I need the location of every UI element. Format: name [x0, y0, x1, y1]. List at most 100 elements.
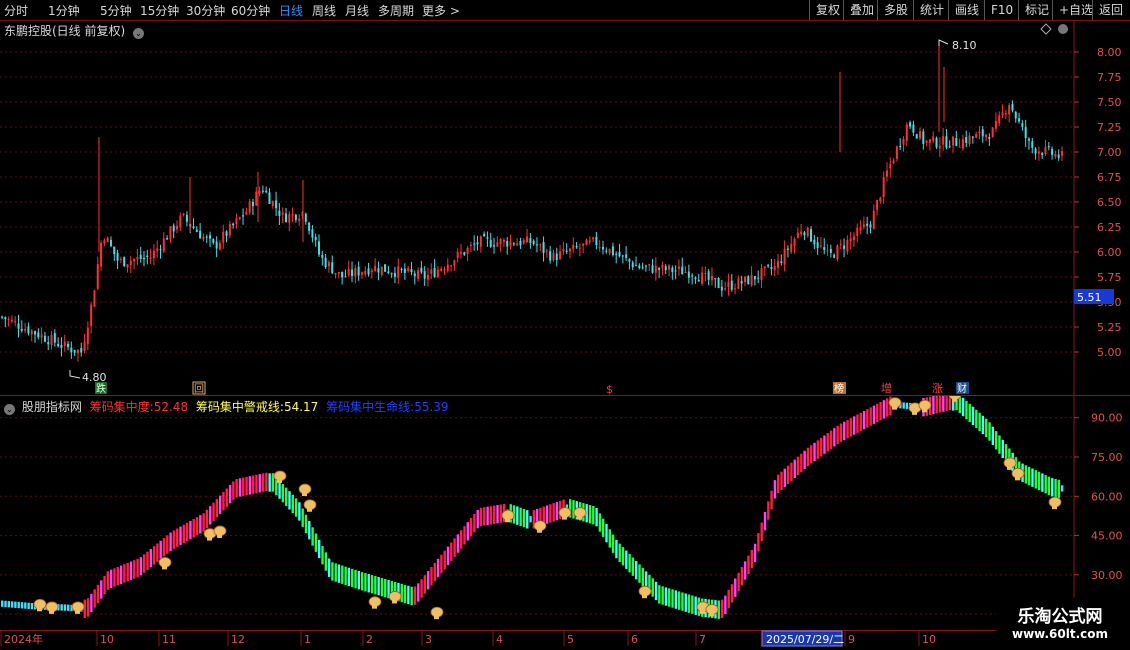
overlay-button[interactable]: 叠加: [843, 0, 880, 20]
candle-body: [753, 276, 756, 280]
candle-body: [826, 250, 829, 252]
y-tick-label: 45.00: [1091, 530, 1123, 543]
candle-body: [529, 238, 532, 243]
y-tick-label: 60.00: [1091, 490, 1123, 503]
indicator-bar: [192, 519, 195, 538]
indicator-bar: [364, 573, 367, 592]
indicator-bar: [743, 561, 747, 580]
indicator-bar: [456, 534, 460, 553]
candle-body: [767, 265, 770, 267]
indicator-bar: [109, 569, 113, 589]
candle-body: [123, 257, 126, 267]
candle-body: [311, 229, 314, 238]
layout-diamond-icon[interactable]: [1040, 23, 1052, 35]
indicator-bar: [499, 504, 503, 523]
draw-line-button[interactable]: 画线: [948, 0, 985, 20]
indicator-bar: [331, 562, 334, 581]
indicator-bar: [304, 514, 308, 534]
indicator-bar: [334, 563, 337, 582]
indicator-bar: [450, 542, 453, 561]
tab-1min[interactable]: 1分钟: [48, 2, 80, 19]
mark-button[interactable]: 标记: [1018, 0, 1055, 20]
hand-finger-icon: [217, 533, 222, 538]
indicator-bar: [826, 433, 829, 452]
tab-timeshare[interactable]: 分时: [4, 2, 28, 19]
indicator-bar: [945, 396, 948, 411]
candle-body: [806, 227, 809, 237]
candle-body: [360, 272, 363, 275]
event-marker-rise[interactable]: 涨: [932, 382, 943, 395]
multi-stock-button[interactable]: 多股: [877, 0, 914, 20]
indicator-bar: [763, 511, 767, 531]
indicator-bar: [1051, 478, 1054, 497]
event-marker-fall[interactable]: 跌: [96, 382, 106, 395]
candle-body: [928, 139, 931, 143]
indicator-bar: [324, 552, 328, 571]
tab-15min[interactable]: 15分钟: [140, 2, 179, 19]
tab-daily[interactable]: 日线: [279, 2, 303, 19]
candle-body: [308, 222, 311, 231]
indicator-bar: [601, 518, 605, 537]
tab-60min[interactable]: 60分钟: [231, 2, 270, 19]
candle-body: [998, 115, 1001, 124]
candle-body: [334, 272, 337, 275]
event-marker-finance[interactable]: 财: [957, 382, 967, 395]
candle-body: [466, 247, 469, 254]
candle-body: [644, 265, 647, 267]
hand-finger-icon: [700, 609, 705, 614]
statistics-button[interactable]: 统计: [913, 0, 950, 20]
back-button[interactable]: 返回: [1092, 0, 1129, 20]
event-marker-rank[interactable]: 榜: [834, 382, 844, 395]
indicator-bar: [116, 566, 119, 586]
indicator-bar: [351, 568, 354, 588]
indicator-bar: [443, 550, 446, 570]
candle-body: [238, 217, 241, 219]
tab-30min[interactable]: 30分钟: [186, 2, 225, 19]
tab-weekly[interactable]: 周线: [312, 2, 336, 19]
watermark-url: www.60lt.com: [1011, 627, 1109, 641]
indicator-bar: [555, 501, 559, 521]
date-label: 3: [425, 633, 432, 646]
indicator-bar: [291, 494, 294, 514]
tab-5min[interactable]: 5分钟: [100, 2, 132, 19]
indicator-bar: [1057, 479, 1061, 499]
candle-body: [1008, 105, 1011, 115]
candle-body: [720, 286, 723, 291]
indicator-bar: [684, 593, 687, 612]
indicator-bar: [737, 572, 740, 592]
indicator-bar: [668, 588, 671, 607]
hand-finger-icon: [1015, 476, 1020, 481]
candlestick-chart[interactable]: 5.005.255.505.756.006.256.506.757.007.25…: [0, 20, 1130, 396]
tab-more[interactable]: 更多 >: [422, 2, 460, 19]
candle-body: [740, 281, 743, 284]
candle-body: [96, 264, 99, 289]
candle-body: [994, 120, 997, 129]
candle-body: [724, 288, 727, 290]
indicator-bar: [968, 403, 971, 423]
settings-circle-icon[interactable]: [1058, 24, 1068, 34]
date-label: 7: [699, 633, 706, 646]
candle-body: [905, 124, 908, 141]
event-marker-increase[interactable]: 增: [881, 381, 892, 395]
watermark-title: 乐淘公式网: [1017, 607, 1103, 627]
tab-monthly[interactable]: 月线: [345, 2, 369, 19]
indicator-bar: [106, 571, 110, 590]
candle-body: [374, 265, 377, 271]
candle-body: [1037, 151, 1040, 154]
candle-body: [393, 273, 396, 277]
indicator-bar: [677, 591, 681, 610]
event-marker-return[interactable]: 回: [194, 383, 204, 395]
candle-body: [258, 190, 261, 194]
indicator-bar: [149, 548, 152, 568]
restore-rights-button[interactable]: 复权: [809, 0, 846, 20]
indicator-chart[interactable]: 15.0030.0045.0060.0075.0090.00: [0, 396, 1130, 630]
indicator-bar: [681, 592, 684, 611]
candle-body: [400, 268, 403, 270]
indicator-bar: [133, 560, 136, 579]
candle-body: [57, 343, 60, 347]
tab-multi-period[interactable]: 多周期: [378, 2, 414, 19]
candle-body: [354, 268, 357, 277]
indicator-bar: [750, 549, 753, 569]
candle-body: [862, 224, 865, 228]
f10-button[interactable]: F10: [984, 0, 1019, 20]
